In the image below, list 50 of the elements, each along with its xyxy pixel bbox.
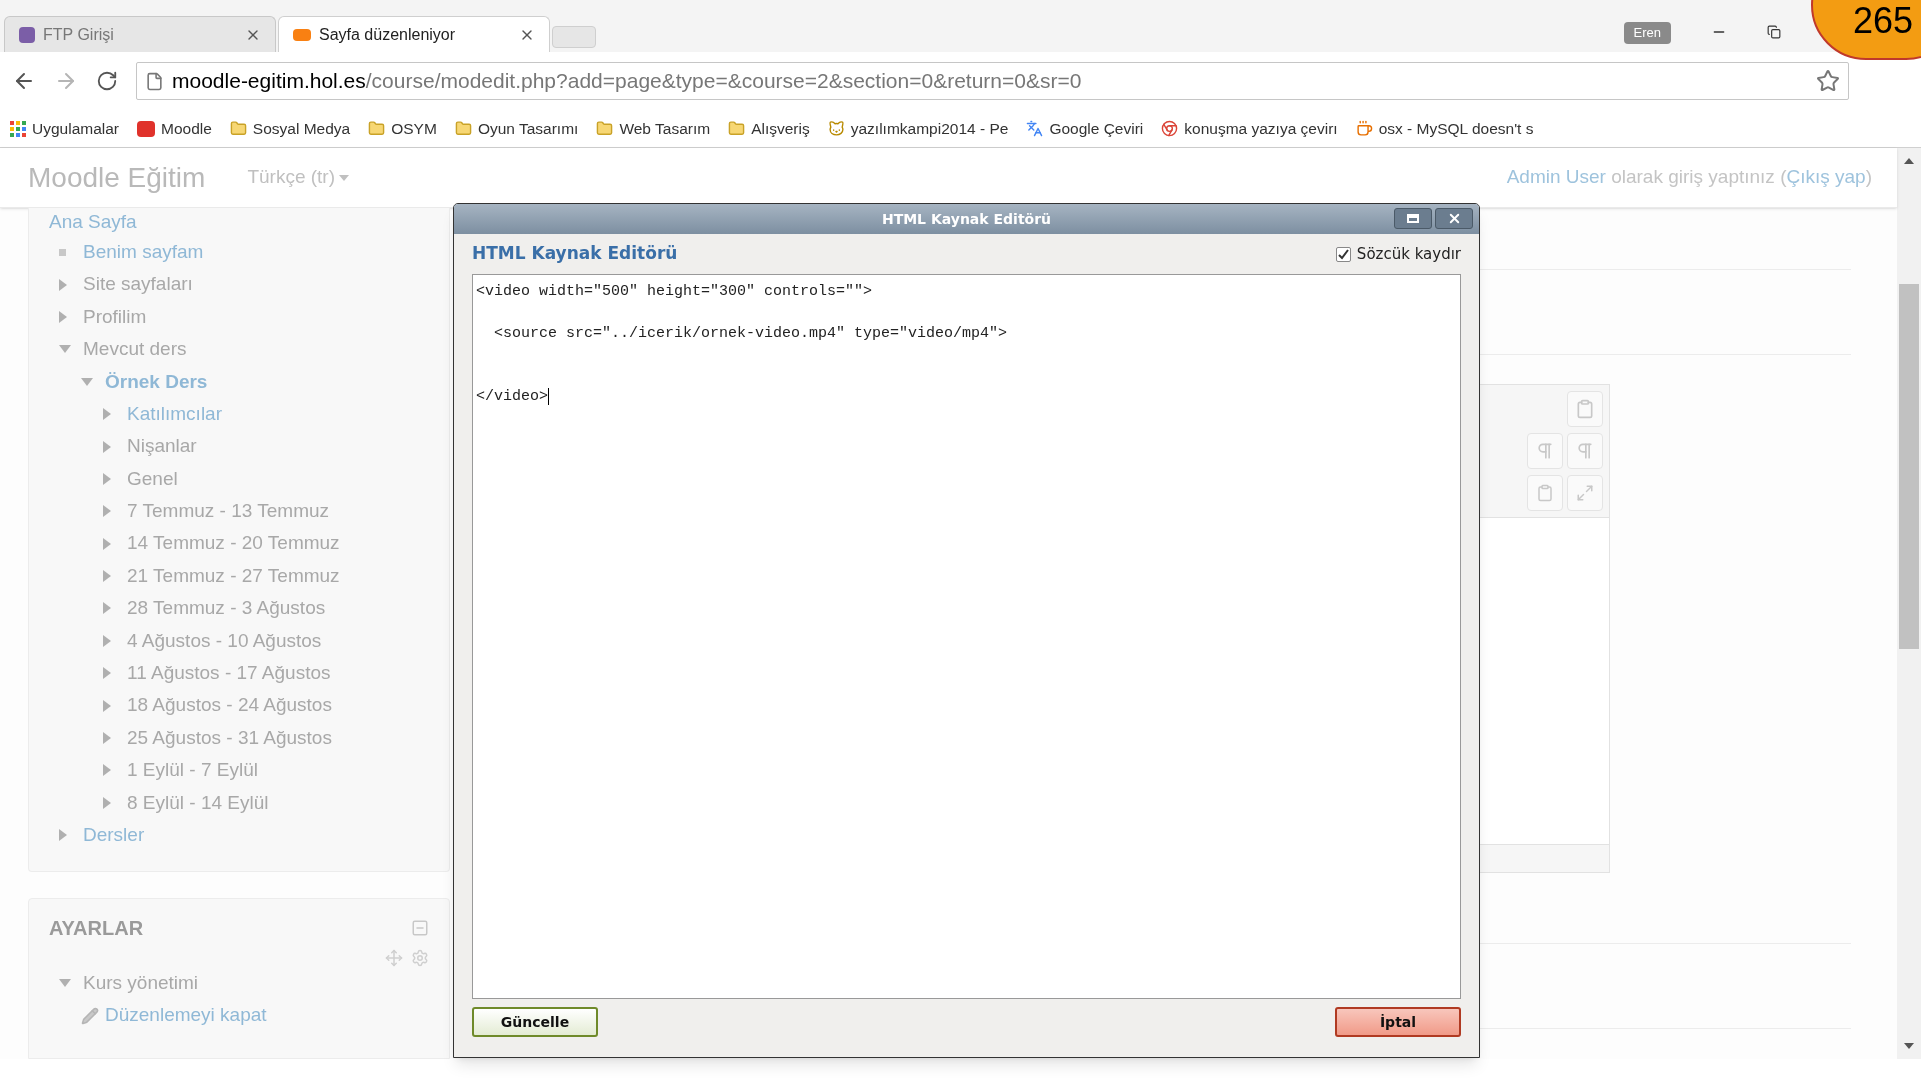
nav-item[interactable]: Site sayfaları (83, 270, 193, 299)
nav-item[interactable]: Dersler (83, 820, 145, 850)
counter-badge: 265 (1811, 0, 1921, 60)
nav-item[interactable]: 11 Ağustos - 17 Ağustos (127, 659, 331, 688)
bookmark[interactable]: konuşma yazıya çevirı (1161, 116, 1338, 141)
nav-item[interactable]: Benim sayfam (83, 237, 204, 267)
block-title: AYARLAR (49, 916, 144, 941)
code-editor[interactable]: <video width="500" height="300" controls=""> <source src="../icerik/ornek-video.mp4" type="video/mp4"> </video> (472, 274, 1461, 999)
bookmark[interactable]: Moodle (137, 116, 212, 141)
language-menu[interactable]: Türkçe (tr) (247, 163, 349, 192)
site-title[interactable]: Moodle Eğitim (28, 156, 206, 199)
nav-item[interactable]: Genel (127, 464, 178, 494)
bookmark[interactable]: Alışveriş (728, 116, 810, 141)
bookmark[interactable]: Uygulamalar (10, 116, 119, 141)
nav-item[interactable]: Nişanlar (127, 432, 197, 461)
nav-item[interactable]: Katılımcılar (127, 399, 223, 429)
nav-item[interactable]: 28 Temmuz - 3 Ağustos (127, 594, 326, 623)
bookmark[interactable]: OSYM (368, 116, 437, 141)
address-field[interactable]: moodle-egitim.hol.es/course/modedit.php?add=page&type=&course=2&section=0&return=0&sr=0 (136, 62, 1849, 100)
cancel-button[interactable]: İptal (1335, 1007, 1461, 1037)
profile-badge[interactable]: Eren (1623, 22, 1671, 44)
nav-item[interactable]: 18 Ağustos - 24 Ağustos (127, 691, 332, 720)
nav-item[interactable]: Düzenlemeyi kapat (105, 1001, 267, 1030)
nav-item[interactable]: Kurs yönetimi (83, 968, 199, 998)
home-link[interactable]: Ana Sayfa (49, 207, 137, 237)
bookmark[interactable]: Sosyal Medya (229, 116, 351, 141)
nav-item[interactable]: 1 Eylül - 7 Eylül (127, 756, 258, 785)
bookmark[interactable]: Google Çeviri (1026, 116, 1144, 141)
bookmark[interactable]: yazılımkampi2014 - Pe (827, 116, 1009, 141)
nav-item[interactable]: 25 Ağustos - 31 Ağustos (127, 723, 332, 753)
nav-item[interactable]: 21 Temmuz - 27 Temmuz (127, 561, 340, 591)
logout-link[interactable]: Çıkış yap (1786, 166, 1866, 188)
dialog-heading: HTML Kaynak Editörü (472, 242, 678, 266)
update-button[interactable]: Güncelle (472, 1007, 598, 1037)
user-link[interactable]: Admin User (1506, 166, 1606, 188)
nav-item[interactable]: Profilim (83, 302, 147, 332)
nav-item[interactable]: 7 Temmuz - 13 Temmuz (127, 497, 330, 526)
bookmark[interactable]: osx - MySQL doesn't s (1355, 116, 1534, 141)
nav-item[interactable]: 8 Eylül - 14 Eylül (127, 788, 269, 818)
bookmark[interactable]: Oyun Tasarımı (454, 116, 579, 141)
nav-item[interactable]: Mevcut ders (83, 335, 187, 364)
nav-item[interactable]: 4 Ağustos - 10 Ağustos (127, 626, 322, 656)
nav-item[interactable]: Örnek Ders (105, 367, 208, 396)
word-wrap-label: Sözcük kaydır (1356, 243, 1461, 265)
browser-tab[interactable]: FTP Girişi (4, 16, 276, 52)
browser-tab[interactable]: Sayfa düzenleniyor (278, 16, 550, 52)
dialog-title-bar: HTML Kaynak Editörü (454, 204, 1479, 234)
login-info: Admin User olarak giriş yaptınız (Çıkış yap) (1506, 165, 1872, 190)
bookmark[interactable]: Web Tasarım (596, 116, 711, 141)
nav-item[interactable]: 14 Temmuz - 20 Temmuz (127, 529, 340, 558)
